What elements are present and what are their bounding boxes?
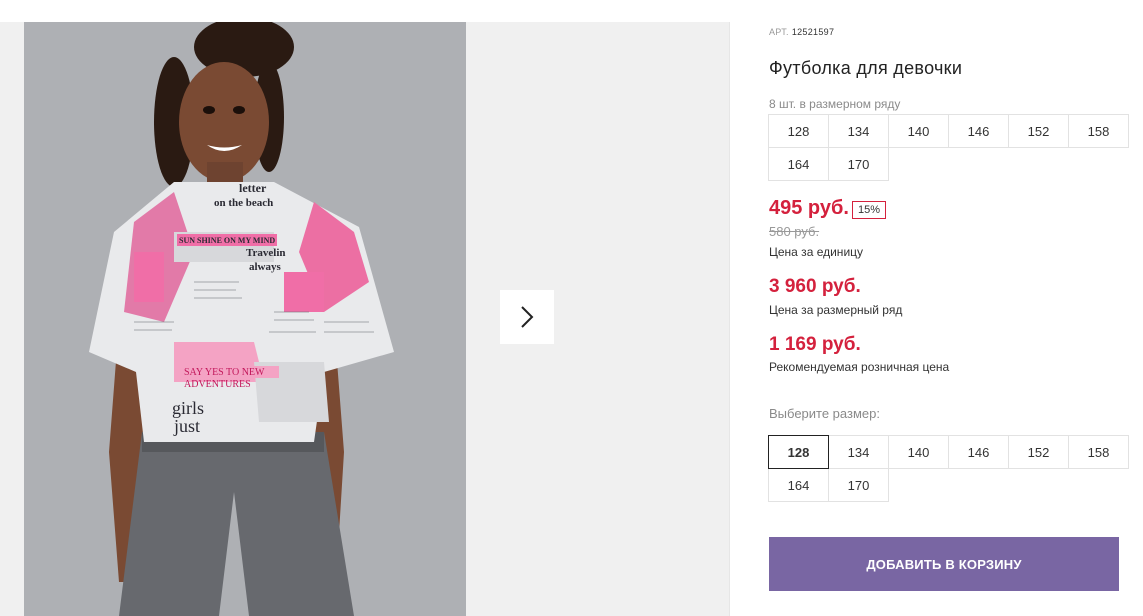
size-option-170[interactable]: 170 (828, 468, 889, 502)
chevron-right-icon (521, 306, 534, 328)
product-gallery: letter on the beach SUN SHINE ON MY MIND… (0, 22, 729, 616)
pack-size-cell: 134 (828, 114, 889, 148)
print-text: Travelin (246, 247, 286, 259)
product-photo: letter on the beach SUN SHINE ON MY MIND… (24, 22, 466, 616)
rrp-price: 1 169 руб. (769, 334, 861, 355)
print-text: letter (239, 181, 267, 195)
print-text: just (173, 416, 200, 436)
pack-size-cell: 164 (768, 147, 829, 181)
sku-label: АРТ. (769, 27, 789, 37)
size-option-134[interactable]: 134 (828, 435, 889, 469)
pack-size-cell: 152 (1008, 114, 1069, 148)
unit-price-label: Цена за единицу (769, 245, 864, 259)
pack-size-cell: 146 (948, 114, 1009, 148)
pack-size-cell: 140 (888, 114, 949, 148)
pack-label: 8 шт. в размерном ряду (769, 97, 901, 111)
add-to-cart-button[interactable]: ДОБАВИТЬ В КОРЗИНУ (769, 537, 1119, 591)
print-text: girls (172, 398, 204, 418)
size-option-128[interactable]: 128 (768, 435, 829, 469)
old-price: 580 руб. (769, 224, 820, 239)
pack-size-cell: 170 (828, 147, 889, 181)
size-option-158[interactable]: 158 (1068, 435, 1129, 469)
choose-size-label: Выберите размер: (769, 406, 880, 421)
print-text: ADVENTURES (184, 379, 251, 390)
pack-size-cell: 128 (768, 114, 829, 148)
print-text: on the beach (214, 197, 273, 209)
size-option-164[interactable]: 164 (768, 468, 829, 502)
pack-sizes-grid: 128 134 140 146 152 158 164 170 (768, 114, 1129, 181)
size-option-146[interactable]: 146 (948, 435, 1009, 469)
print-text: SUN SHINE ON MY MIND (179, 236, 275, 245)
divider (729, 22, 730, 616)
set-price: 3 960 руб. (769, 276, 861, 297)
next-image-button[interactable] (500, 290, 554, 344)
print-text: always (249, 261, 282, 273)
size-selector: 128 134 140 146 152 158 164 170 (768, 435, 1129, 502)
sku-value: 12521597 (791, 27, 835, 37)
size-option-140[interactable]: 140 (888, 435, 949, 469)
size-option-152[interactable]: 152 (1008, 435, 1069, 469)
sku: АРТ. 12521597 (769, 27, 834, 37)
pack-size-cell: 158 (1068, 114, 1129, 148)
discount-badge: 15% (852, 201, 887, 219)
set-price-label: Цена за размерный ряд (769, 303, 903, 317)
rrp-label: Рекомендуемая розничная цена (769, 360, 950, 374)
print-text: SAY YES TO NEW (184, 367, 265, 378)
product-title: Футболка для девочки (769, 58, 963, 78)
price: 495 руб. (769, 197, 849, 219)
